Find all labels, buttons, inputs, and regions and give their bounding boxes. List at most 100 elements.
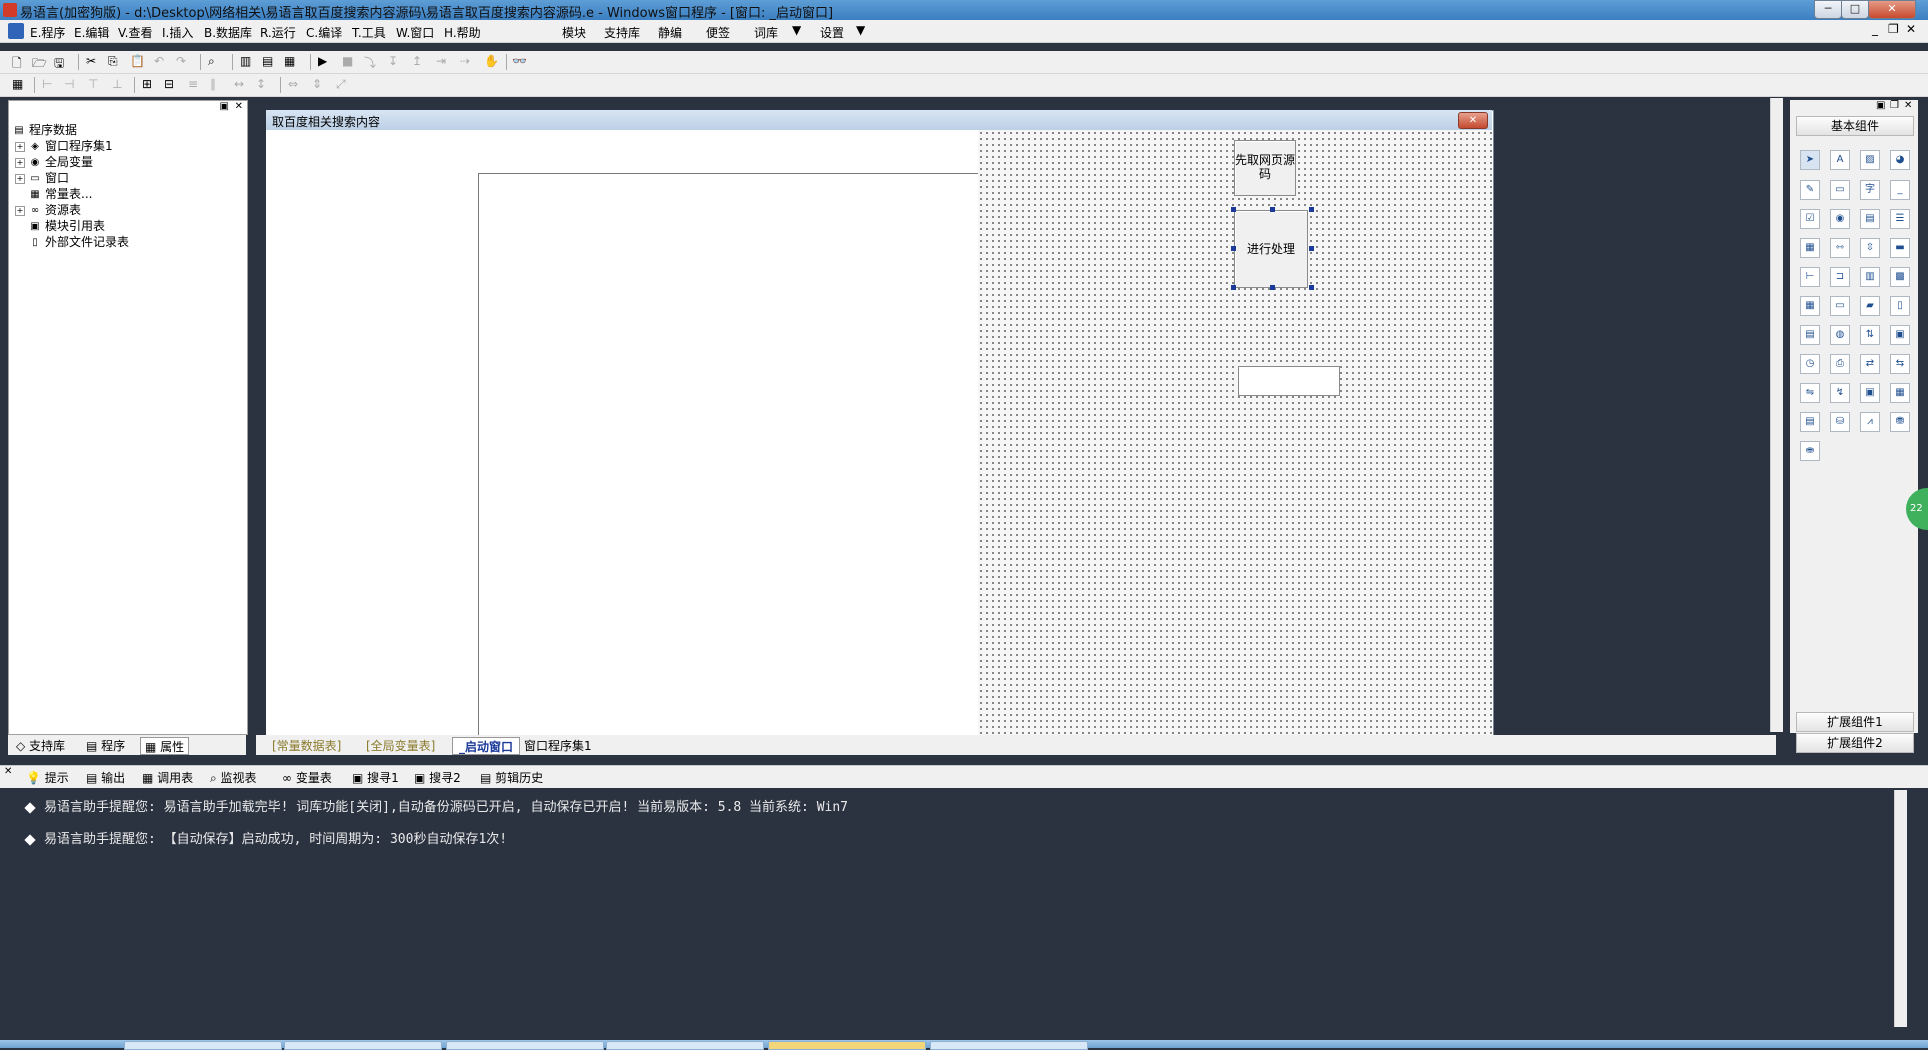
pin-icon[interactable]: ▣	[1876, 100, 1885, 111]
drive-box-icon[interactable]: ▭	[1830, 296, 1850, 316]
combobox-icon[interactable]: ▤	[1860, 209, 1880, 229]
process-button[interactable]: 进行处理	[1234, 210, 1308, 288]
menu-static-compile[interactable]: 静编	[658, 24, 682, 41]
expand-icon[interactable]: +	[15, 173, 25, 184]
tree-item-constants[interactable]: ▦ 常量表...	[29, 185, 92, 201]
open-folder-icon[interactable]: 🗁	[32, 54, 48, 70]
resize-both-icon[interactable]: ⤢	[336, 77, 352, 93]
selection-handle[interactable]	[1231, 285, 1236, 290]
pointer-icon[interactable]: ➤	[1800, 150, 1820, 170]
network-icon[interactable]: ⇄	[1860, 354, 1880, 374]
resize-w-icon[interactable]: ⇔	[288, 77, 304, 93]
taskbar-item-active[interactable]	[768, 1041, 926, 1050]
tree-item-global-vars[interactable]: + ◉ 全局变量	[15, 153, 93, 169]
odbc-data-icon[interactable]: ⛂	[1800, 441, 1820, 461]
restore-icon[interactable]: ❐	[1890, 100, 1899, 111]
close-button[interactable]: ✕	[1868, 0, 1916, 19]
step-into-icon[interactable]: ↧	[388, 54, 404, 70]
mdi-restore-icon[interactable]: ❐	[1888, 22, 1899, 36]
expand-icon[interactable]: +	[15, 141, 25, 152]
extension-components-2[interactable]: 扩展组件2	[1796, 733, 1914, 753]
designer-scrollbar[interactable]	[1770, 98, 1783, 732]
chevron-down-icon[interactable]: ▼	[856, 23, 865, 37]
label-icon[interactable]: A	[1830, 150, 1850, 170]
data-source-icon[interactable]: ▤	[1800, 412, 1820, 432]
output-console[interactable]: 易语言助手提醒您: 易语言助手加载完毕! 词库功能[关闭],自动备份源码已开启,…	[22, 790, 1894, 1027]
maximize-button[interactable]: □	[1841, 0, 1869, 19]
selection-handle[interactable]	[1270, 207, 1275, 212]
tree-item-external-files[interactable]: ▯ 外部文件记录表	[29, 233, 129, 249]
calendar-icon[interactable]: ▦	[1800, 296, 1820, 316]
menu-run[interactable]: R.运行	[260, 24, 296, 41]
cut-icon[interactable]: ✂	[86, 54, 102, 70]
center-h-icon[interactable]: ⊞	[142, 77, 158, 93]
tab-startup-window[interactable]: _启动窗口	[452, 737, 521, 755]
adjuster-icon[interactable]: ⇅	[1860, 325, 1880, 345]
extension-components-1[interactable]: 扩展组件1	[1796, 712, 1914, 732]
same-width-icon[interactable]: ↔	[234, 77, 250, 93]
checkbox-icon[interactable]: ☑	[1800, 209, 1820, 229]
form-close-icon[interactable]: ✕	[1458, 112, 1488, 129]
binoculars-icon[interactable]: 👓	[512, 54, 528, 70]
keyword-input[interactable]	[1238, 366, 1340, 396]
taskbar-item[interactable]	[930, 1041, 1088, 1050]
tree-item-window-assembly[interactable]: + ◈ 窗口程序集1	[15, 137, 113, 153]
tab-constants-table[interactable]: [常量数据表]	[266, 737, 347, 753]
layout2-icon[interactable]: ▤	[262, 54, 278, 70]
menu-program[interactable]: E.程序	[30, 24, 65, 41]
tab-control-icon[interactable]: ⊐	[1830, 267, 1850, 287]
menu-settings[interactable]: 设置	[820, 24, 844, 41]
selection-handle[interactable]	[1231, 207, 1236, 212]
tab-support-lib[interactable]: ◇ 支持库	[12, 737, 69, 753]
menu-thesaurus[interactable]: 词库	[754, 24, 778, 41]
taskbar-item[interactable]	[446, 1041, 604, 1050]
align-left-icon[interactable]: ⊢	[42, 77, 58, 93]
tab-search2[interactable]: ▣ 搜寻2	[414, 769, 461, 785]
slider-icon[interactable]: ⊢	[1800, 267, 1820, 287]
tree-item-resources[interactable]: + ∞ 资源表	[15, 201, 81, 217]
app-menu-icon[interactable]	[8, 23, 24, 39]
draw-icon[interactable]: ✎	[1800, 180, 1820, 200]
close-icon[interactable]: ✕	[4, 766, 12, 777]
tab-variables[interactable]: ∞ 变量表	[282, 769, 332, 785]
tab-output[interactable]: ▤ 输出	[86, 769, 125, 785]
selection-handle[interactable]	[1231, 246, 1236, 251]
radio-icon[interactable]: ◉	[1830, 209, 1850, 229]
menu-notes[interactable]: 便签	[706, 24, 730, 41]
table-icon[interactable]: ▣	[1860, 383, 1880, 403]
new-file-icon[interactable]: 🗋	[12, 54, 28, 70]
toolbar-icon[interactable]: ▥	[1860, 267, 1880, 287]
checklist-icon[interactable]: ▦	[1800, 238, 1820, 258]
color-picker-icon[interactable]: ▤	[1800, 325, 1820, 345]
tab-program[interactable]: ▤ 程序	[82, 737, 129, 753]
output-scrollbar[interactable]	[1894, 790, 1907, 1027]
expand-icon[interactable]: +	[15, 205, 25, 216]
selection-handle[interactable]	[1270, 285, 1275, 290]
dialog-icon[interactable]: ▣	[1890, 325, 1910, 345]
tab-window-assembly[interactable]: 窗口程序集1	[518, 737, 598, 753]
tab-clip-history[interactable]: ▤ 剪辑历史	[480, 769, 543, 785]
progress-icon[interactable]: ▬	[1890, 238, 1910, 258]
step-over-icon[interactable]: ⇥	[436, 54, 452, 70]
center-v-icon[interactable]: ⊟	[164, 77, 180, 93]
mdi-minimize-icon[interactable]: _	[1872, 22, 1878, 36]
picture-box-icon[interactable]: ▨	[1860, 150, 1880, 170]
paste-icon[interactable]: 📋	[130, 54, 146, 70]
network2-icon[interactable]: ⇆	[1890, 354, 1910, 374]
menu-support-lib[interactable]: 支持库	[604, 24, 640, 41]
copy-icon[interactable]: ⎘	[108, 54, 124, 70]
close-icon[interactable]: ✕	[1904, 100, 1912, 111]
taskbar-item[interactable]	[284, 1041, 442, 1050]
run-icon[interactable]: ▶	[318, 54, 334, 70]
frame-icon[interactable]: ▭	[1830, 180, 1850, 200]
file-box-icon[interactable]: ▯	[1890, 296, 1910, 316]
timer-icon[interactable]: ◷	[1800, 354, 1820, 374]
tab-watch[interactable]: ⌕ 监视表	[210, 769, 257, 785]
selection-handle[interactable]	[1309, 285, 1314, 290]
hscroll-icon[interactable]: ⇿	[1830, 238, 1850, 258]
menu-window[interactable]: W.窗口	[396, 24, 434, 41]
tree-item-program-data[interactable]: ▤ 程序数据	[13, 121, 77, 137]
layout1-icon[interactable]: ▥	[240, 54, 256, 70]
same-height-icon[interactable]: ↕	[256, 77, 272, 93]
save-icon[interactable]: 🖫	[54, 54, 70, 70]
